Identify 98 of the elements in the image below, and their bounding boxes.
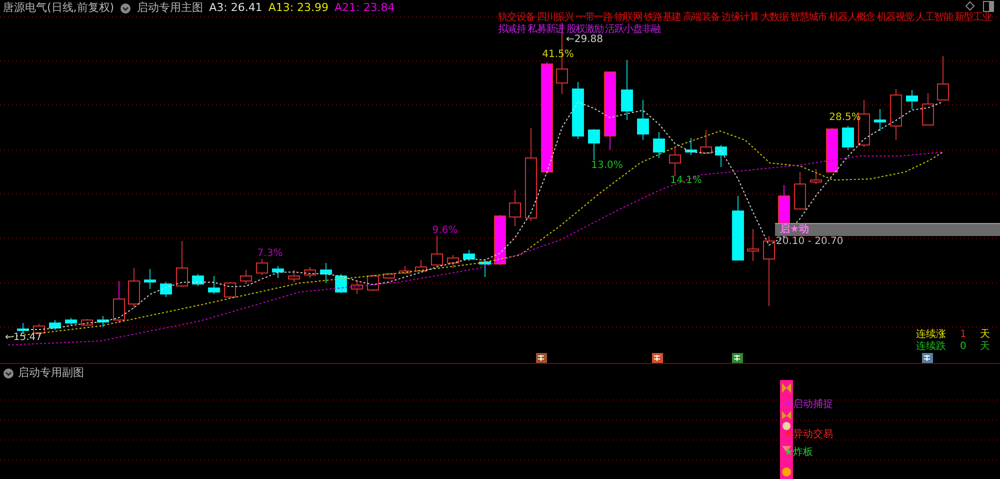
candlestick <box>906 90 918 110</box>
candlestick <box>272 266 284 278</box>
candlestick <box>208 276 220 294</box>
candlestick <box>842 126 854 150</box>
candlestick <box>65 318 77 326</box>
candlestick <box>479 258 491 278</box>
event-marker-icon[interactable] <box>652 353 663 363</box>
candlestick <box>383 272 395 280</box>
candlestick <box>367 274 379 292</box>
candlestick <box>240 270 252 284</box>
candlestick <box>128 268 140 308</box>
diamond-icon[interactable] <box>965 1 975 11</box>
streak-unit: 天 <box>980 329 991 341</box>
gain-label: 13.0% <box>591 160 623 172</box>
candlestick <box>49 320 61 330</box>
candlestick <box>763 236 775 306</box>
candlestick <box>160 282 172 298</box>
sub-indicator-name[interactable]: 启动专用副图 <box>18 366 84 380</box>
signal-text: ★异动交易 <box>784 429 833 441</box>
candlestick <box>637 100 649 140</box>
candlestick <box>81 318 93 326</box>
concept-tag[interactable]: 铁路基建 <box>644 12 681 24</box>
candlestick <box>874 108 886 132</box>
concept-tag[interactable]: 轨交设备 <box>498 12 535 24</box>
candlestick <box>685 138 697 156</box>
candlestick <box>621 60 633 120</box>
candlestick <box>700 130 712 154</box>
candlestick <box>288 270 300 282</box>
streak-count: 1 <box>960 329 968 341</box>
candlestick <box>463 250 475 262</box>
indicator-value: A3: 26.41 <box>209 1 262 15</box>
candlestick <box>17 322 29 334</box>
candlestick <box>794 172 806 210</box>
candlestick <box>922 92 934 126</box>
candlestick <box>256 258 268 276</box>
concept-tag[interactable]: 机器视觉 <box>876 12 914 24</box>
price-label: ←29.88 <box>566 34 604 46</box>
indicator-value: A13: 23.99 <box>268 1 329 15</box>
candlestick <box>320 262 332 284</box>
candlestick <box>224 282 236 298</box>
concept-tag[interactable]: 高端装备 <box>682 12 720 24</box>
candlestick <box>335 274 347 294</box>
candlestick <box>176 240 188 288</box>
concept-tag[interactable]: 新型工业 <box>954 12 992 24</box>
candlestick <box>747 228 759 262</box>
streak-count: 0 <box>960 341 968 353</box>
concept-tag[interactable]: 边缘计算 <box>722 12 758 24</box>
streak-unit: 天 <box>980 341 991 353</box>
stock-title: 唐源电气(日线,前复权) <box>3 1 114 15</box>
candlestick <box>113 280 125 324</box>
candlestick <box>509 190 521 226</box>
indicator-value: A21: 23.84 <box>334 1 395 15</box>
event-tag[interactable]: 活跃小盘非融 <box>605 24 660 36</box>
candlestick <box>192 274 204 286</box>
concept-tag[interactable]: 人工智能 <box>916 12 953 24</box>
concept-tag[interactable]: 智慧城市 <box>790 12 827 24</box>
price-label: ←15.47 <box>5 332 42 344</box>
candlestick <box>890 88 902 140</box>
concept-tag[interactable]: 物联网 <box>614 12 642 24</box>
candlestick <box>810 168 822 184</box>
gain-label: 7.3% <box>257 248 283 260</box>
candlestick <box>431 236 443 266</box>
signal-label: 启★动 <box>780 224 809 236</box>
event-tag[interactable]: 拟减持 <box>498 24 526 36</box>
candlestick <box>826 128 838 172</box>
candlestick <box>447 254 459 268</box>
candlestick <box>732 196 744 260</box>
candlestick <box>97 316 109 328</box>
event-tag[interactable]: 股权激励 <box>566 24 604 36</box>
streak-label: 连续跌 <box>916 341 947 353</box>
candlestick <box>351 280 363 294</box>
window-icon[interactable] <box>983 1 994 12</box>
concept-tag[interactable]: 四川振兴 <box>536 12 574 24</box>
candlestick <box>572 82 584 140</box>
signal-text: ★炸板 <box>784 447 813 459</box>
price-range-label: 20.10 - 20.70 <box>776 236 844 248</box>
dropdown-icon[interactable] <box>120 2 132 14</box>
candlestick <box>715 144 727 168</box>
candlestick <box>669 148 681 176</box>
indicator-name[interactable]: 启动专用主图 <box>137 1 204 15</box>
dropdown-icon[interactable] <box>3 368 14 378</box>
candlestick <box>144 268 156 290</box>
event-marker-icon[interactable] <box>922 353 933 363</box>
candlestick <box>304 266 316 278</box>
gain-label: 9.6% <box>432 225 458 237</box>
signal-text: ★启动捕捉 <box>784 399 833 411</box>
candlestick <box>415 260 427 272</box>
candlestick <box>937 56 949 100</box>
concept-tag[interactable]: 机器人概念 <box>828 12 875 24</box>
streak-label: 连续涨 <box>916 329 947 340</box>
concept-tag[interactable]: 一带一路 <box>576 12 612 24</box>
event-marker-icon[interactable] <box>732 353 743 363</box>
event-marker-icon[interactable] <box>536 353 547 363</box>
candlestick <box>588 128 600 160</box>
candlestick <box>399 266 411 274</box>
concept-tag[interactable]: 大数据 <box>760 12 788 24</box>
candlestick <box>653 132 665 158</box>
candlestick <box>494 214 506 266</box>
